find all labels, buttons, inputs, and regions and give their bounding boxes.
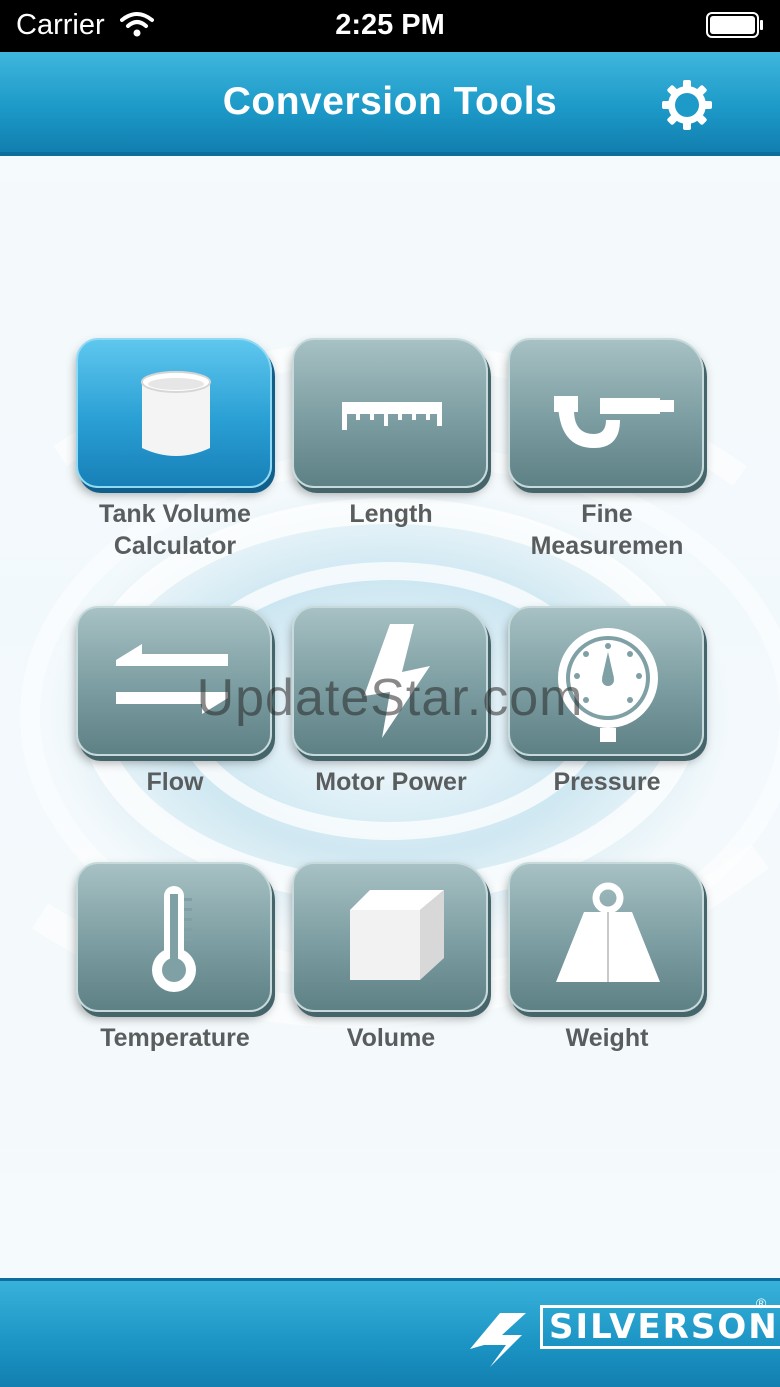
micrometer-icon: [554, 396, 674, 448]
tool-label: Flow: [146, 768, 204, 796]
tools-grid-area: Tank Volume Calculator Length Fine Measu…: [0, 156, 780, 1278]
tool-label: Weight: [565, 1024, 649, 1052]
gear-icon[interactable]: [660, 78, 714, 132]
tool-fine-measurement[interactable]: Fine Measuremen: [508, 338, 706, 562]
tool-tile-button[interactable]: [508, 338, 704, 488]
thermometer-icon: [152, 886, 196, 992]
tool-label: Pressure: [553, 768, 661, 796]
tool-tile-button[interactable]: [292, 862, 488, 1012]
tool-volume[interactable]: Volume: [292, 862, 490, 1054]
tool-label: Fine Measuremen: [530, 500, 684, 560]
watermark-text: UpdateStar.com: [196, 669, 584, 727]
tool-label: Length: [349, 500, 433, 528]
cube-icon: [350, 890, 444, 980]
status-bar: Carrier 2:25 PM: [0, 0, 780, 52]
tool-tank-volume[interactable]: Tank Volume Calculator: [76, 338, 274, 562]
nav-header: Conversion Tools: [0, 52, 780, 156]
tool-tile-button[interactable]: [292, 338, 488, 488]
tool-temperature[interactable]: Temperature: [76, 862, 274, 1054]
tank-icon: [141, 371, 211, 456]
tool-length[interactable]: Length: [292, 338, 490, 530]
footer-bar: SILVERSON ®: [0, 1278, 780, 1387]
tool-tile-button[interactable]: [76, 862, 272, 1012]
weight-icon: [556, 882, 660, 982]
battery-icon: [706, 12, 763, 38]
registered-mark: ®: [756, 1295, 767, 1311]
tool-label: Motor Power: [315, 768, 467, 796]
tool-tile-button[interactable]: [508, 862, 704, 1012]
tool-label: Tank Volume Calculator: [99, 500, 251, 560]
tool-label: Temperature: [100, 1024, 250, 1052]
tool-label: Volume: [346, 1024, 436, 1052]
brand-logo-text: SILVERSON: [540, 1305, 780, 1349]
status-time: 2:25 PM: [335, 9, 445, 41]
ruler-icon: [342, 402, 442, 430]
tool-tile-button[interactable]: [76, 338, 272, 488]
tool-weight[interactable]: Weight: [508, 862, 706, 1054]
